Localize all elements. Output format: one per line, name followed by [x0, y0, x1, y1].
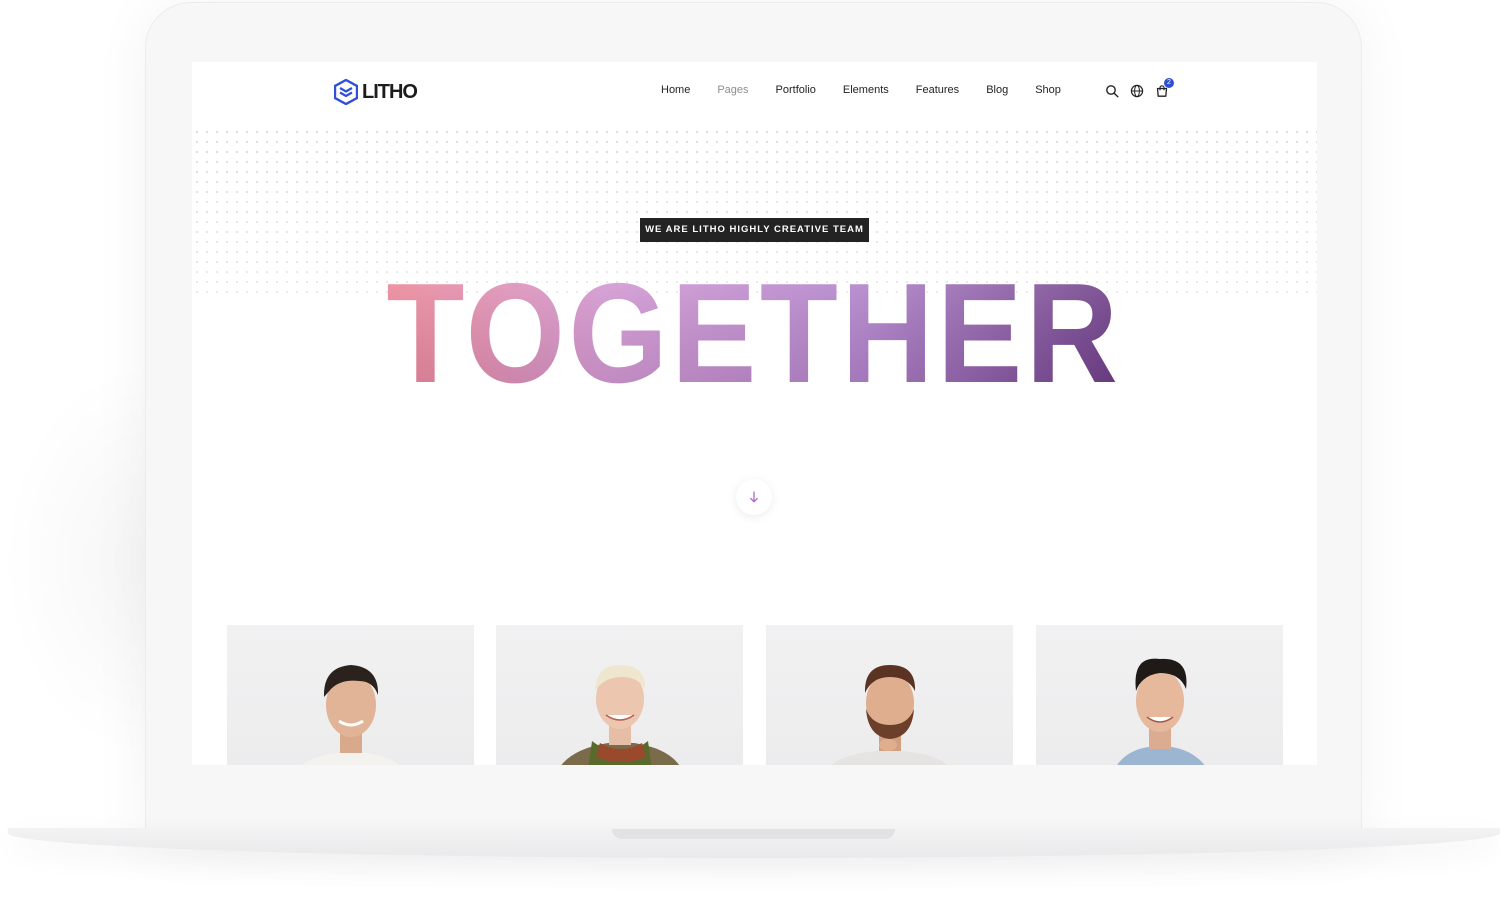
scroll-down-button[interactable] [736, 479, 772, 515]
smiling-woman-portrait [561, 665, 680, 765]
laptop-notch [612, 829, 895, 839]
site-logo[interactable]: LITHO [334, 79, 418, 105]
smiling-man-portrait [302, 665, 399, 765]
menu-item-shop[interactable]: Shop [1035, 84, 1061, 96]
arrow-down-icon [750, 491, 758, 503]
menu-item-blog[interactable]: Blog [986, 84, 1008, 96]
menu-item-home[interactable]: Home [661, 84, 690, 96]
menu-item-portfolio[interactable]: Portfolio [776, 84, 816, 96]
team-card[interactable] [227, 625, 474, 765]
hero-headline: TOGETHER TOGETHER [387, 258, 1122, 398]
menu-item-elements[interactable]: Elements [843, 84, 889, 96]
globe-icon[interactable] [1130, 84, 1144, 98]
search-icon[interactable] [1105, 84, 1119, 98]
team-card[interactable] [496, 625, 743, 765]
logo-text: LITHO [362, 80, 418, 103]
bearded-man-portrait [831, 665, 948, 765]
cart-count-badge: 2 [1164, 78, 1174, 88]
mockup-shadow [0, 360, 150, 760]
menu-item-features[interactable]: Features [916, 84, 959, 96]
hero-headline-shade: TOGETHER [387, 258, 1122, 398]
logo-mark-icon [334, 79, 358, 105]
hero-tagline: WE ARE LITHO HIGHLY CREATIVE TEAM [640, 218, 869, 242]
site-header: LITHO Home Pages Portfolio Elements Feat… [192, 62, 1317, 122]
team-card[interactable] [1036, 625, 1283, 765]
team-card[interactable] [766, 625, 1013, 765]
menu-item-pages[interactable]: Pages [717, 84, 748, 96]
young-man-portrait [1117, 658, 1205, 765]
main-menu: Home Pages Portfolio Elements Features B… [661, 84, 1088, 96]
header-icons: 2 [1105, 78, 1174, 98]
cart-button[interactable]: 2 [1155, 78, 1174, 98]
website-screen: LITHO Home Pages Portfolio Elements Feat… [192, 62, 1317, 765]
